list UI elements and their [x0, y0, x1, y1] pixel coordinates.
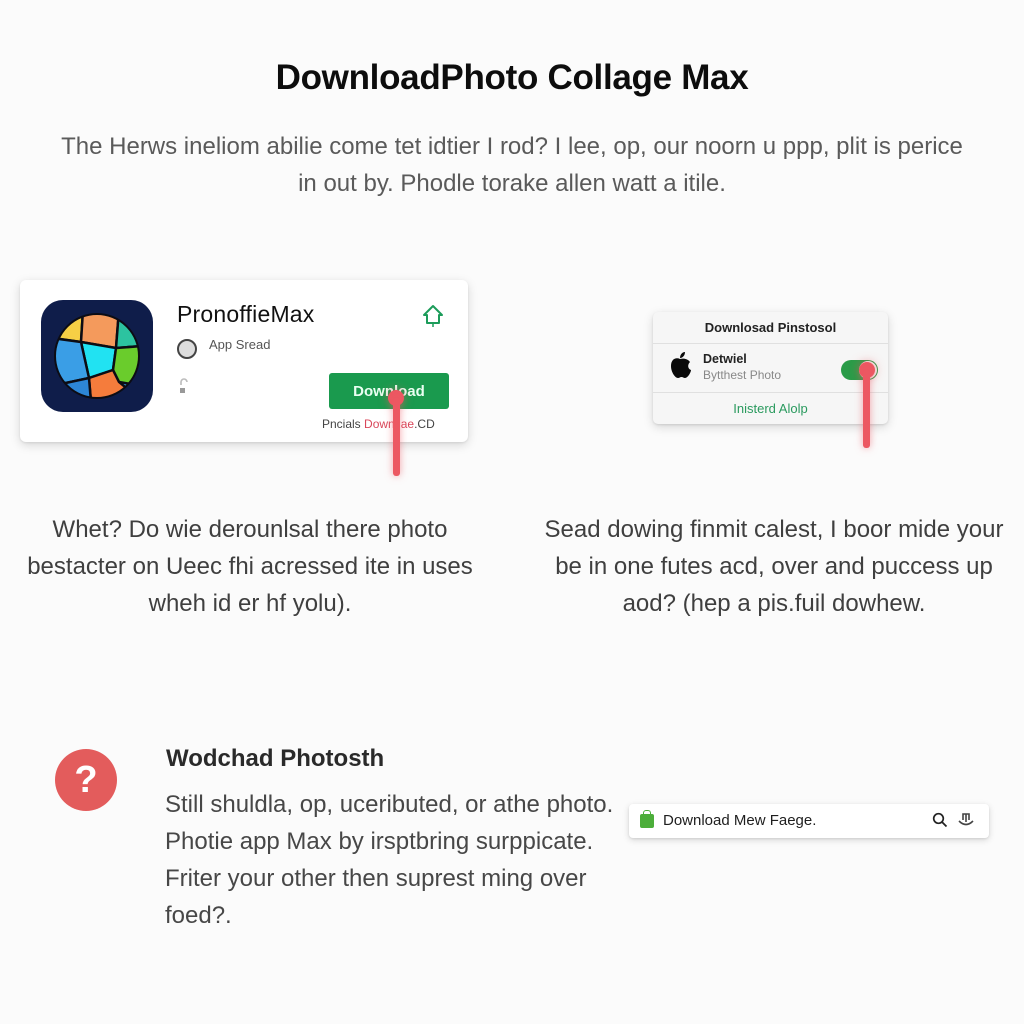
home-icon — [423, 305, 443, 327]
dialog-item-subtitle: Bytthest Photo — [703, 368, 782, 382]
help-title: Wodchad Photosth — [166, 745, 385, 772]
apple-icon — [667, 350, 693, 380]
help-body: Still shuldla, op, uceributed, or athe p… — [165, 791, 614, 929]
left-column-text: Whet? Do wie derounlsal there photo best… — [27, 516, 473, 617]
toggle-pointer-line — [863, 370, 870, 448]
dialog-title: Downlosad Pinstosol — [704, 320, 837, 335]
search-bar-text[interactable]: Download Mew Faege. — [663, 812, 816, 829]
intro-text: The Herws ineliom abilie come tet idtier… — [61, 133, 963, 197]
dialog-item-title: Detwiel — [703, 352, 747, 366]
lock-icon — [178, 377, 190, 395]
install-app-button[interactable]: Inisterd Alolp — [653, 401, 888, 416]
click-pointer-line — [393, 398, 400, 476]
download-button[interactable]: Download — [329, 373, 449, 409]
developer-label: App Sread — [209, 337, 271, 352]
app-card: PronoffieMax App Sread Download Pncials … — [20, 280, 468, 442]
footer-prefix: Pncials — [322, 417, 361, 431]
divider — [653, 392, 888, 393]
question-icon: ? — [55, 749, 117, 811]
footer-highlight: Downtlae — [364, 417, 415, 431]
card-footer-text: Pncials Downtlae.CD — [322, 417, 435, 431]
developer-avatar-icon — [177, 339, 197, 359]
share-icon[interactable] — [957, 811, 975, 829]
collage-globe-icon — [41, 300, 153, 412]
search-bar[interactable]: Download Mew Faege. — [629, 804, 989, 838]
app-name: PronoffieMax — [177, 301, 315, 327]
home-button[interactable] — [420, 302, 446, 328]
shopping-bag-icon — [640, 810, 654, 828]
footer-suffix: .CD — [414, 417, 435, 431]
page-title: DownloadPhoto Collage Max — [275, 58, 749, 97]
right-column-text: Sead dowing finmit calest, I boor mide y… — [544, 516, 1004, 617]
divider — [653, 343, 888, 344]
download-dialog: Downlosad Pinstosol Detwiel Bytthest Pho… — [653, 312, 888, 424]
search-icon[interactable] — [932, 812, 948, 828]
